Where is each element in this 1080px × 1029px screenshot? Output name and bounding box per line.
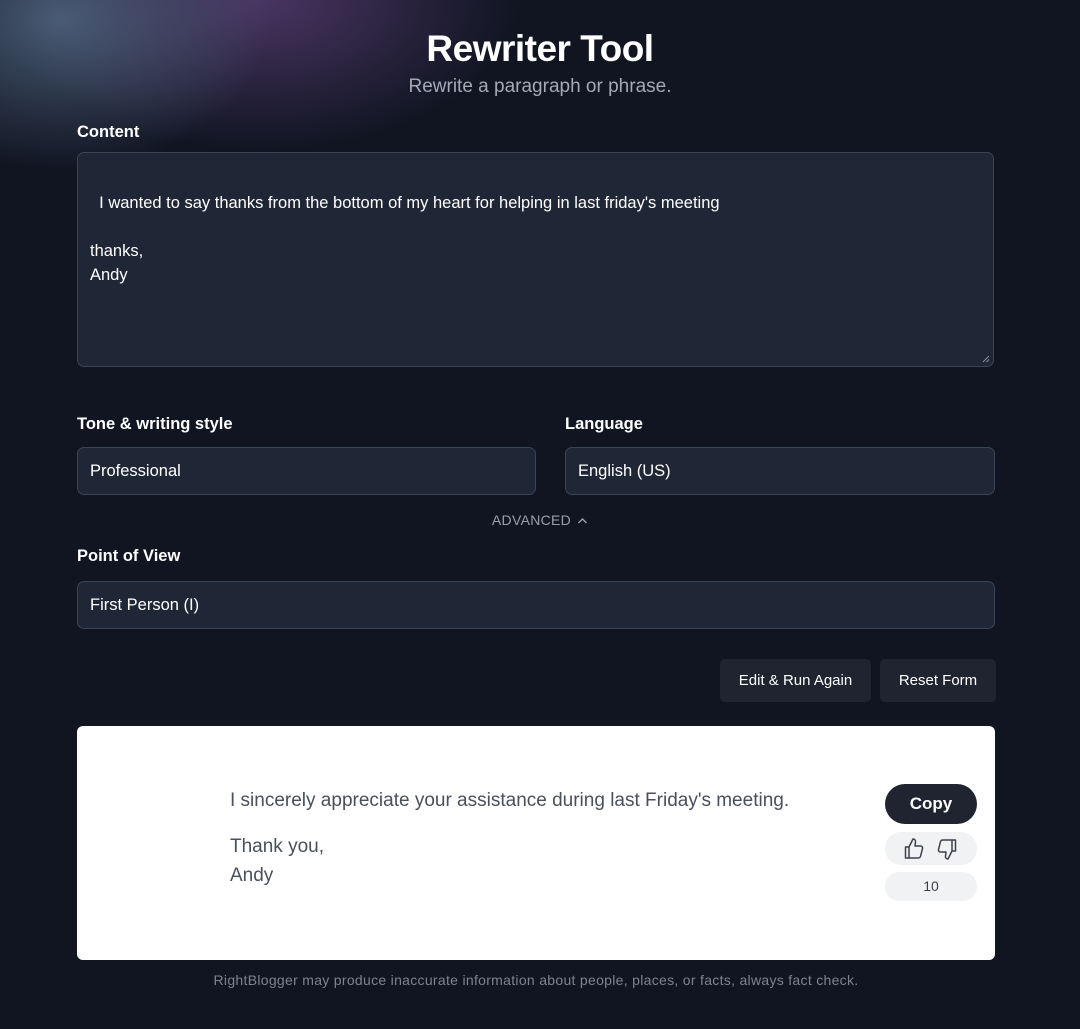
- language-select[interactable]: English (US): [565, 447, 995, 495]
- pov-label: Point of View: [77, 547, 181, 565]
- language-value: English (US): [578, 462, 671, 480]
- edit-run-again-button[interactable]: Edit & Run Again: [720, 659, 871, 702]
- thumbs-down-icon[interactable]: [935, 837, 959, 861]
- chevron-up-icon: [578, 518, 588, 524]
- rating-controls: [885, 832, 977, 865]
- advanced-label: ADVANCED: [491, 512, 572, 528]
- content-textarea[interactable]: I wanted to say thanks from the bottom o…: [77, 152, 994, 367]
- advanced-toggle[interactable]: ADVANCED: [0, 512, 1080, 528]
- copy-button[interactable]: Copy: [885, 784, 977, 824]
- tone-label: Tone & writing style: [77, 415, 233, 433]
- page-subtitle: Rewrite a paragraph or phrase.: [408, 76, 672, 97]
- resize-handle-icon[interactable]: [982, 355, 990, 363]
- usage-count-badge: 10: [885, 872, 977, 901]
- content-label: Content: [77, 123, 140, 141]
- tone-select[interactable]: Professional: [77, 447, 536, 495]
- tone-value: Professional: [90, 462, 181, 480]
- pov-value: First Person (I): [90, 596, 200, 614]
- page-title: Rewriter Tool: [426, 28, 654, 69]
- content-text: I wanted to say thanks from the bottom o…: [90, 194, 720, 284]
- output-line: I sincerely appreciate your assistance d…: [230, 790, 790, 811]
- pov-select[interactable]: First Person (I): [77, 581, 995, 629]
- output-line: Thank you,: [230, 836, 324, 857]
- disclaimer-text: RightBlogger may produce inaccurate info…: [213, 972, 859, 988]
- output-card: I sincerely appreciate your assistance d…: [77, 726, 995, 960]
- language-label: Language: [565, 415, 643, 433]
- thumbs-up-icon[interactable]: [902, 837, 926, 861]
- output-line: Andy: [230, 865, 274, 886]
- reset-form-button[interactable]: Reset Form: [880, 659, 996, 702]
- output-text: I sincerely appreciate your assistance d…: [230, 786, 850, 890]
